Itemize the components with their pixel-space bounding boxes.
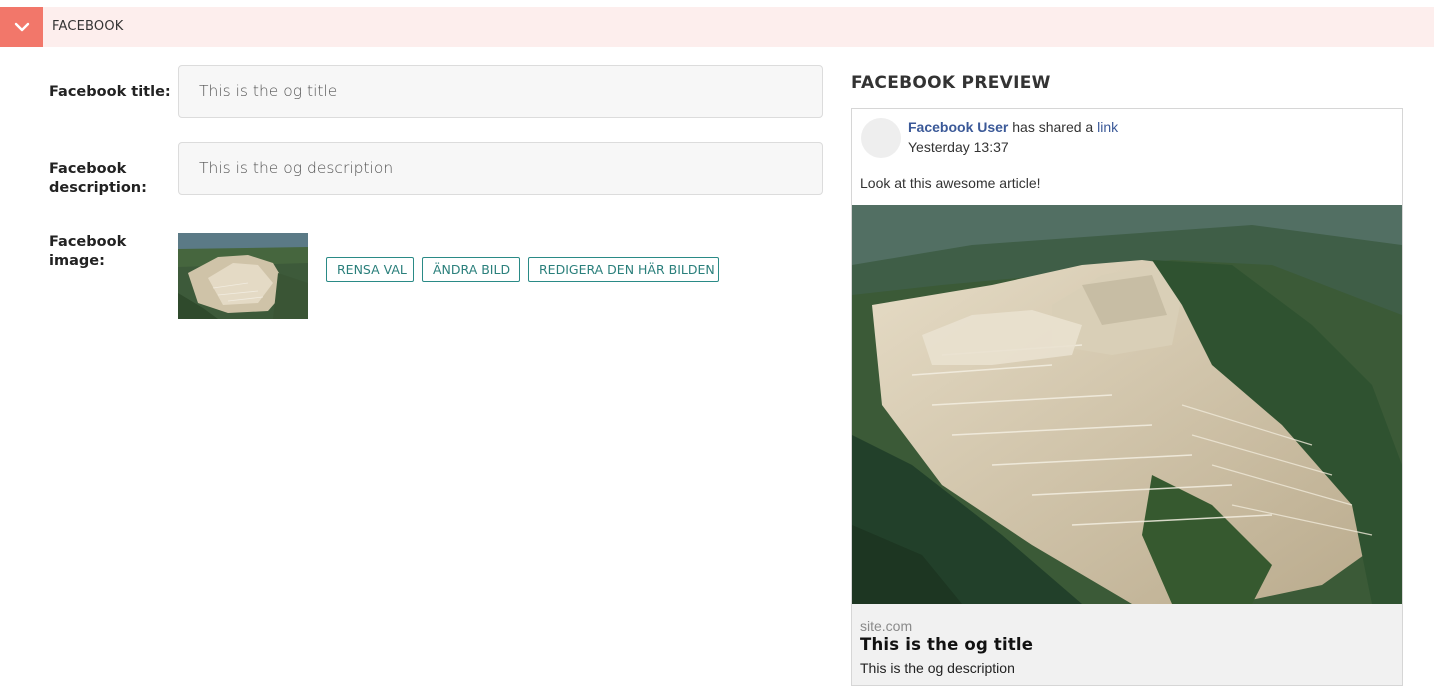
facebook-section-header[interactable]: FACEBOOK	[0, 7, 1434, 47]
image-label-line2: image:	[49, 253, 105, 269]
link-og-description: This is the og description	[860, 660, 1015, 676]
post-message: Look at this awesome article!	[860, 175, 1041, 191]
description-label-line1: Facebook	[49, 161, 127, 177]
edit-image-button[interactable]: REDIGERA DEN HÄR BILDEN	[528, 257, 719, 282]
shared-link[interactable]: link	[1097, 119, 1118, 135]
facebook-description-input[interactable]: This is the og description	[178, 142, 823, 195]
facebook-preview-card: Facebook User has shared a link Yesterda…	[851, 108, 1403, 686]
link-preview-footer[interactable]: site.com This is the og title This is th…	[852, 604, 1402, 685]
description-label-line2: description:	[49, 180, 147, 196]
avatar	[861, 118, 901, 158]
collapse-toggle-button[interactable]	[0, 7, 43, 47]
facebook-title-input[interactable]: This is the og title	[178, 65, 823, 118]
facebook-image-thumbnail[interactable]	[178, 233, 308, 319]
facebook-image-label: Facebook image:	[49, 233, 126, 271]
clear-selection-button[interactable]: RENSA VAL	[326, 257, 414, 282]
facebook-description-label: Facebook description:	[49, 160, 147, 198]
post-timestamp: Yesterday 13:37	[908, 139, 1009, 155]
section-title: FACEBOOK	[52, 19, 124, 34]
image-label-line1: Facebook	[49, 234, 127, 250]
preview-image[interactable]	[852, 205, 1402, 604]
link-site: site.com	[860, 618, 913, 634]
post-user-name[interactable]: Facebook User	[908, 119, 1008, 135]
post-header-line: Facebook User has shared a link	[908, 119, 1118, 135]
change-image-button[interactable]: ÄNDRA BILD	[422, 257, 520, 282]
facebook-preview-heading: FACEBOOK PREVIEW	[851, 73, 1051, 93]
link-og-title: This is the og title	[860, 635, 1034, 654]
chevron-down-icon	[14, 22, 29, 32]
shared-text: has shared a	[1012, 119, 1094, 135]
facebook-title-label: Facebook title:	[49, 84, 171, 100]
